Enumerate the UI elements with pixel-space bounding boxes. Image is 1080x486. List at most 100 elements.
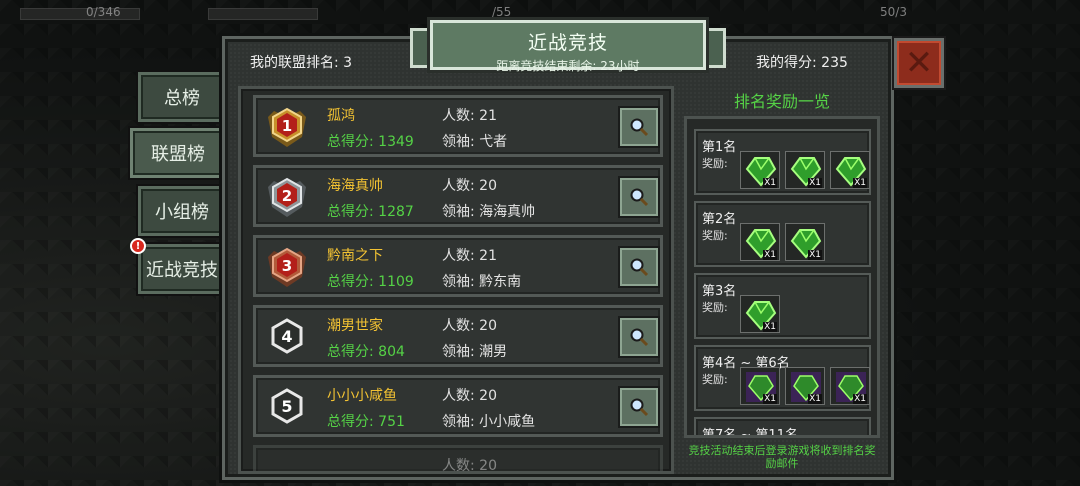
member-count: 人数: 20 <box>442 318 497 334</box>
reward-label: 奖励: <box>702 373 728 386</box>
reward-label: 奖励: <box>702 229 728 242</box>
magnifier-icon <box>630 398 649 417</box>
rewards-list[interactable]: 第1名 奖励: X1 X1 X1 第2名 奖励: X1 X1 第3名 奖励: X… <box>684 116 880 438</box>
view-alliance-button[interactable] <box>620 178 658 216</box>
reward-item[interactable]: X1 <box>785 223 825 261</box>
alliance-name: 潮男世家 <box>327 318 383 334</box>
countdown-text: 距离竞技结束剩余: 23小时 <box>496 59 640 73</box>
alliance-name: 小小小咸鱼 <box>327 388 397 404</box>
ranking-row: 人数: 20 <box>253 445 663 474</box>
ranking-row: 2 海海真帅 总得分: 1287 人数: 20 领袖: 海海真帅 <box>253 165 663 227</box>
magnifier-icon <box>630 118 649 137</box>
alliance-leader: 领袖: 潮男 <box>442 344 508 360</box>
item-quantity: X1 <box>853 394 867 404</box>
reward-item[interactable]: X1 <box>740 151 780 189</box>
reward-card: 第4名 ~ 第6名 奖励: X1 X1 X1 <box>694 345 871 411</box>
item-quantity: X1 <box>808 178 822 188</box>
item-quantity: X1 <box>763 394 777 404</box>
reward-card: 第7名 ~ 第11名 <box>694 417 871 438</box>
alliance-score: 总得分: 804 <box>327 344 405 360</box>
reward-item[interactable]: X1 <box>785 151 825 189</box>
item-quantity: X1 <box>853 178 867 188</box>
reward-item[interactable]: X1 <box>740 295 780 333</box>
tab-group-label: 小组榜 <box>155 202 209 223</box>
medal-rank-number: 5 <box>281 397 292 416</box>
page-title: 近战竞技 <box>527 32 608 54</box>
ranking-row: 5 小小小咸鱼 总得分: 751 人数: 20 领袖: 小小咸鱼 <box>253 375 663 437</box>
hud-center-value: /55 <box>492 5 512 19</box>
view-alliance-button[interactable] <box>620 248 658 286</box>
member-count: 人数: 21 <box>442 248 497 264</box>
item-quantity: X1 <box>808 394 822 404</box>
ribbon-wing-left <box>410 28 432 68</box>
my-score: 我的得分: 235 <box>756 55 848 71</box>
hud-center-bar <box>208 8 318 20</box>
my-alliance-rank: 我的联盟排名: 3 <box>250 55 353 71</box>
reward-label: 奖励: <box>702 157 728 170</box>
alliance-score: 总得分: 1109 <box>327 274 414 290</box>
reward-rank: 第3名 <box>702 284 737 299</box>
bronze-medal-icon: 3 <box>268 247 306 287</box>
silver-medal-icon: 2 <box>268 177 306 217</box>
alert-badge: ! <box>130 238 146 254</box>
member-count: 人数: 20 <box>442 178 497 194</box>
item-quantity: X1 <box>763 250 777 260</box>
title-banner: 近战竞技 距离竞技结束剩余: 23小时 <box>430 20 706 73</box>
reward-rank: 第2名 <box>702 212 737 227</box>
tab-overall-label: 总榜 <box>164 88 200 109</box>
member-count: 人数: 20 <box>442 458 497 474</box>
ranking-row: 1 孤鸿 总得分: 1349 人数: 21 领袖: 弋者 <box>253 95 663 157</box>
rewards-title: 排名奖励一览 <box>733 92 830 111</box>
tab-group[interactable]: 小组榜 <box>138 186 226 236</box>
alliance-name: 黔南之下 <box>327 248 383 264</box>
gold-medal-icon: 1 <box>268 107 306 147</box>
tab-overall[interactable]: 总榜 <box>138 72 226 122</box>
magnifier-icon <box>630 258 649 277</box>
alliance-leader: 领袖: 小小咸鱼 <box>442 414 536 430</box>
item-quantity: X1 <box>763 178 777 188</box>
alliance-score: 总得分: 1349 <box>327 134 414 150</box>
reward-label: 奖励: <box>702 301 728 314</box>
reward-item[interactable]: X1 <box>740 223 780 261</box>
view-alliance-button[interactable] <box>620 318 658 356</box>
ranking-list[interactable]: 1 孤鸿 总得分: 1349 人数: 21 领袖: 弋者 2 海海真帅 总得分:… <box>238 86 674 474</box>
reward-item[interactable]: X1 <box>740 367 780 405</box>
view-alliance-button[interactable] <box>620 388 658 426</box>
reward-item[interactable]: X1 <box>830 367 870 405</box>
reward-item[interactable]: X1 <box>785 367 825 405</box>
tab-alliance-label: 联盟榜 <box>151 144 205 165</box>
tab-melee-arena[interactable]: 近战竞技 <box>138 244 226 294</box>
close-button[interactable]: ✕ <box>894 38 944 88</box>
alliance-leader: 领袖: 黔东南 <box>442 274 522 290</box>
hud-right-value: 50/3 <box>880 5 907 19</box>
view-alliance-button[interactable] <box>620 108 658 146</box>
medal-rank-number: 3 <box>282 257 292 275</box>
reward-card: 第3名 奖励: X1 <box>694 273 871 339</box>
alliance-leader: 领袖: 海海真帅 <box>442 204 536 220</box>
medal-rank-number: 1 <box>282 117 292 135</box>
tab-melee-arena-label: 近战竞技 <box>146 260 218 281</box>
medal-rank-number: 4 <box>281 327 292 346</box>
alliance-leader: 领袖: 弋者 <box>442 134 508 150</box>
ribbon-wing-right <box>704 28 726 68</box>
close-icon: ✕ <box>904 43 934 83</box>
rank-hexagon-icon: 4 <box>271 318 303 354</box>
alliance-score: 总得分: 1287 <box>327 204 414 220</box>
medal-rank-number: 2 <box>282 187 292 205</box>
member-count: 人数: 21 <box>442 108 497 124</box>
reward-item[interactable]: X1 <box>830 151 870 189</box>
reward-rank: 第7名 ~ 第11名 <box>702 428 798 438</box>
item-quantity: X1 <box>763 322 777 332</box>
ranking-row: 3 黔南之下 总得分: 1109 人数: 21 领袖: 黔东南 <box>253 235 663 297</box>
reward-card: 第2名 奖励: X1 X1 <box>694 201 871 267</box>
ranking-row: 4 潮男世家 总得分: 804 人数: 20 领袖: 潮男 <box>253 305 663 367</box>
reward-rank: 第1名 <box>702 140 737 155</box>
magnifier-icon <box>630 328 649 347</box>
alliance-score: 总得分: 751 <box>327 414 405 430</box>
reward-card: 第1名 奖励: X1 X1 X1 <box>694 129 871 195</box>
rank-hexagon-icon: 5 <box>271 388 303 424</box>
item-quantity: X1 <box>808 250 822 260</box>
magnifier-icon <box>630 188 649 207</box>
member-count: 人数: 20 <box>442 388 497 404</box>
tab-alliance[interactable]: 联盟榜 <box>130 128 226 178</box>
